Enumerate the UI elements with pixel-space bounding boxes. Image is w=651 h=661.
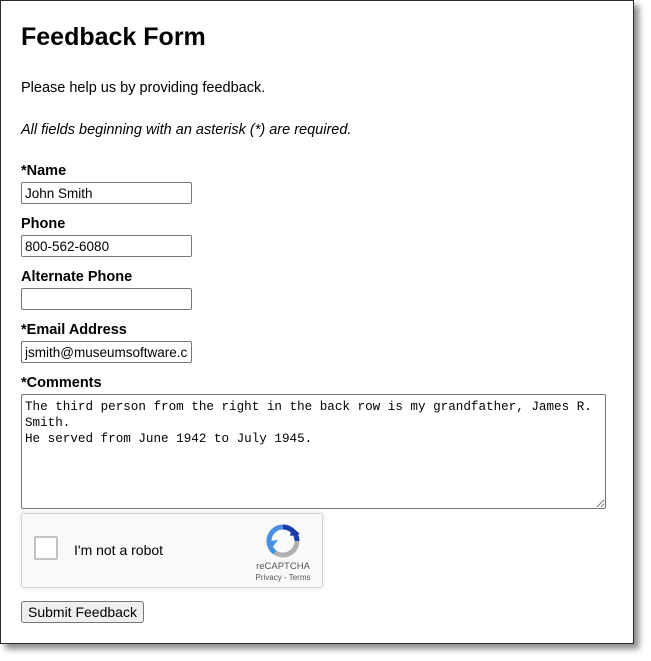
recaptcha-logo-icon (266, 524, 300, 558)
required-note: All fields beginning with an asterisk (*… (21, 122, 352, 138)
alternate-phone-input[interactable] (21, 288, 192, 310)
submit-feedback-button[interactable]: Submit Feedback (21, 601, 144, 623)
phone-label: Phone (21, 216, 66, 232)
email-input[interactable] (21, 341, 192, 363)
alternate-phone-label: Alternate Phone (21, 269, 133, 285)
recaptcha-label: I'm not a robot (74, 542, 164, 558)
phone-input[interactable] (21, 235, 192, 257)
name-label: *Name (21, 163, 67, 179)
comments-label: *Comments (21, 375, 102, 391)
comments-textarea[interactable]: The third person from the right in the b… (21, 394, 606, 509)
email-label: *Email Address (21, 322, 127, 338)
recaptcha-privacy-terms[interactable]: Privacy - Terms (248, 573, 318, 582)
intro-text: Please help us by providing feedback. (21, 80, 266, 96)
recaptcha-brand: reCAPTCHA (256, 561, 310, 572)
recaptcha-widget: I'm not a robot reCAPTCHA Privacy - Term… (21, 513, 323, 588)
feedback-window: Feedback Form Please help us by providin… (0, 0, 634, 644)
recaptcha-checkbox[interactable] (34, 536, 58, 560)
page-title: Feedback Form (21, 23, 206, 51)
name-input[interactable] (21, 182, 192, 204)
